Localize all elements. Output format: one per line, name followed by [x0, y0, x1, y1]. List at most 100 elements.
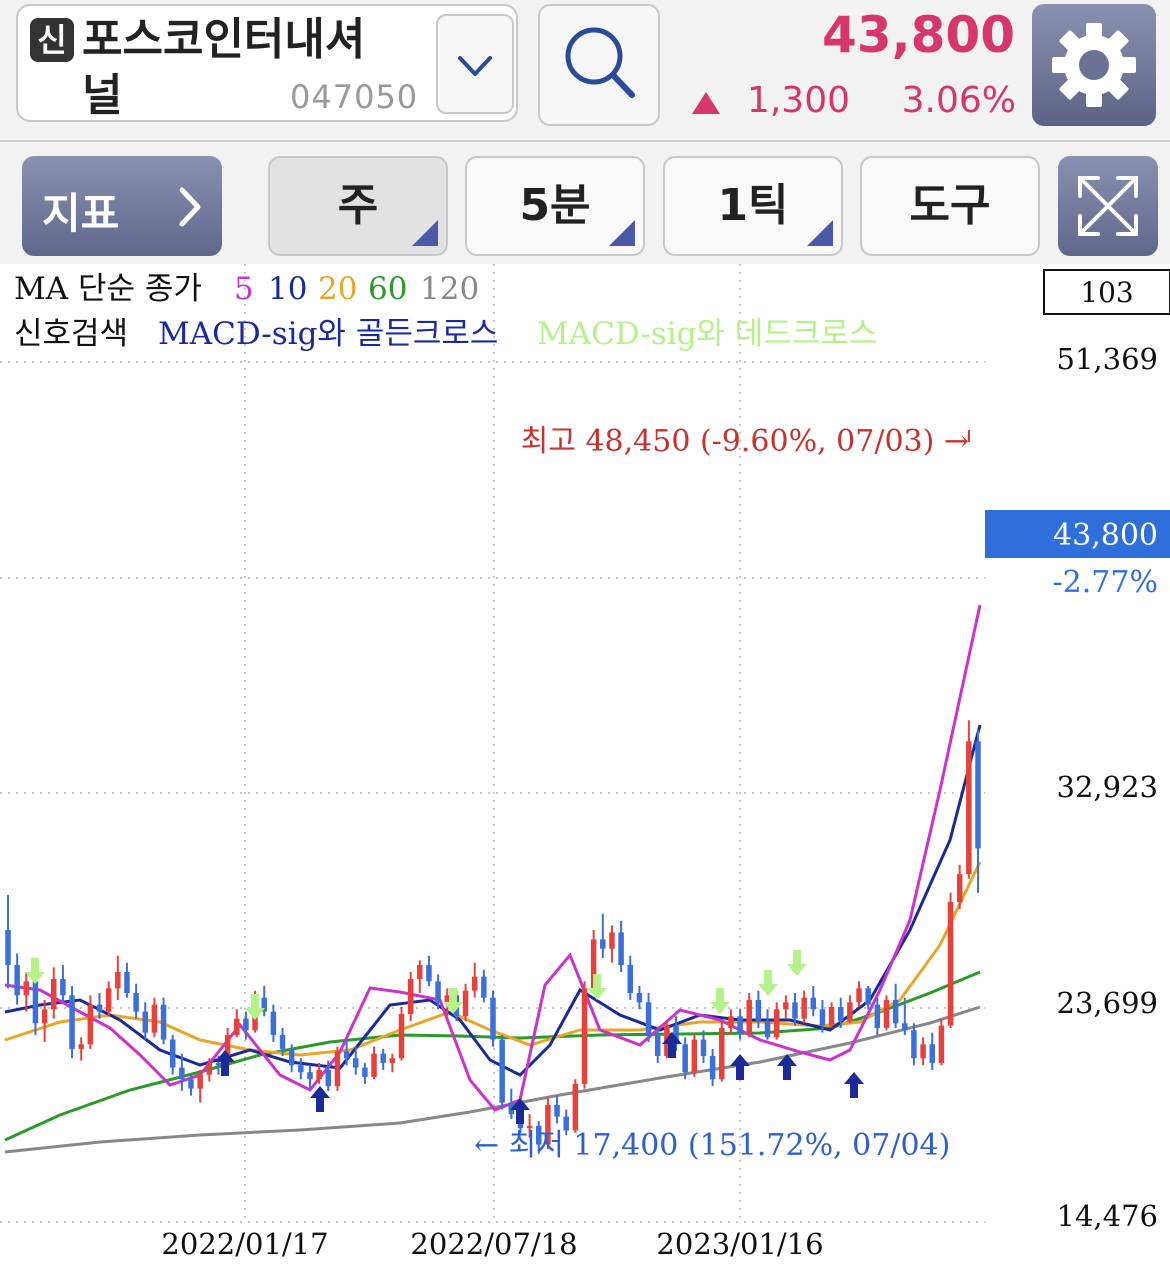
candle-down [243, 1018, 249, 1031]
current-price: 43,800 [822, 6, 1015, 64]
tools-label: 도구 [909, 180, 991, 231]
signal-prefix: 신호검색 [14, 316, 128, 352]
minute-button[interactable]: 5분 [465, 156, 645, 256]
price-chart[interactable]: MA 단순 종가 5 10 20 60 120 신호검색 MACD-sig와 골… [0, 264, 1170, 1270]
candle-up [471, 976, 478, 991]
candle-down [929, 1044, 935, 1063]
candle-down [902, 1023, 908, 1031]
candle-down [874, 1004, 881, 1028]
candle-up [773, 1009, 780, 1038]
candle-down [169, 1039, 176, 1068]
candle-down [892, 999, 899, 1024]
candle-up [938, 1025, 945, 1063]
candle-up [105, 988, 112, 1012]
candle-up [783, 1002, 789, 1010]
candle-up [609, 932, 615, 949]
dead-cross-legend: MACD-sig와 데드크로스 [537, 316, 877, 352]
stock-code: 047050 [290, 78, 419, 116]
candle-down [5, 930, 11, 966]
candle-up [151, 1004, 158, 1033]
chevron-right-icon [179, 187, 201, 227]
candle-down [490, 997, 496, 1040]
candle-down [362, 1067, 368, 1077]
candle-up [691, 1039, 698, 1073]
candle-up [197, 1074, 203, 1089]
tools-button[interactable]: 도구 [860, 156, 1040, 256]
candle-up [719, 1027, 725, 1080]
candle-down [600, 939, 606, 949]
ma-60-label: 60 [368, 271, 407, 307]
current-price-label: 43,800 [1053, 518, 1158, 553]
fullscreen-button[interactable] [1058, 156, 1158, 256]
candle-down [975, 741, 981, 849]
candle-up [51, 979, 57, 1010]
candle-down [179, 1067, 185, 1080]
candle-down [160, 1004, 167, 1040]
tick-label: 1틱 [717, 180, 789, 231]
y-tick-label: 32,923 [1057, 770, 1158, 804]
credit-badge: 신 [30, 18, 74, 62]
search-button[interactable] [538, 4, 660, 126]
x-tick-label: 2022/07/18 [410, 1227, 577, 1261]
golden-cross-legend: MACD-sig와 골든크로스 [158, 316, 498, 352]
candle-up [389, 1058, 396, 1063]
candle-down [682, 1044, 688, 1073]
candle-up [334, 1051, 341, 1087]
ma-10-label: 10 [268, 271, 307, 307]
ma-120-label: 120 [420, 271, 479, 307]
candle-down [837, 1006, 844, 1021]
gear-icon [1052, 23, 1136, 107]
dropdown-corner-icon [412, 220, 438, 246]
stock-name-line2: 널 [82, 70, 123, 121]
stock-name: 포스코인터내셔 [82, 14, 366, 65]
candle-down [554, 1104, 560, 1117]
candle-down [627, 965, 634, 993]
candle-down [298, 1065, 304, 1073]
candle-down [325, 1069, 332, 1087]
indicator-button[interactable]: 지표 [22, 156, 222, 256]
candle-down [481, 976, 487, 998]
change-rate: 3.06% [901, 80, 1016, 121]
candle-up [801, 997, 807, 1019]
candle-down [288, 1048, 295, 1066]
x-tick-label: 2022/01/17 [161, 1227, 328, 1261]
candle-up [856, 988, 862, 1003]
count-box-label: 103 [1080, 276, 1133, 309]
candle-up [462, 990, 469, 1017]
candle-down [352, 1058, 359, 1068]
candle-down [819, 1009, 826, 1026]
candle-up [41, 1009, 48, 1024]
candle-up [956, 874, 963, 903]
high-annotation: 최고 48,450 (-9.60%, 07/03) → [521, 424, 969, 459]
candle-up [371, 1053, 377, 1077]
ma-legend-prefix: MA 단순 종가 [14, 271, 202, 307]
candle-down [737, 1016, 743, 1033]
candle-down [636, 992, 643, 1003]
candle-down [435, 981, 441, 1003]
candle-down [188, 1079, 194, 1089]
chevron-down-icon [458, 56, 492, 76]
candle-down [343, 1051, 350, 1059]
candle-up [398, 1013, 405, 1059]
candle-down [96, 1004, 103, 1012]
chart-toolbar: 지표 주 5분 1틱 도구 [0, 142, 1170, 264]
candle-up [883, 999, 890, 1028]
top-bar: 신 포스코인터내셔 널 047050 43,800 1,300 3.06% [0, 0, 1170, 140]
candle-up [115, 972, 121, 989]
settings-button[interactable] [1032, 4, 1156, 126]
candle-down [792, 1002, 798, 1019]
stock-dropdown-button[interactable] [436, 14, 514, 114]
up-arrow-icon [692, 92, 720, 114]
y-tick-label: 14,476 [1057, 1199, 1158, 1233]
tick-button[interactable]: 1틱 [663, 156, 843, 256]
candle-down [810, 997, 817, 1010]
candle-down [69, 995, 75, 1049]
period-week-button[interactable]: 주 [268, 156, 448, 256]
minute-label: 5분 [519, 180, 591, 231]
candle-up [847, 1002, 853, 1021]
candle-up [206, 1062, 213, 1075]
candle-up [407, 979, 414, 1014]
candle-up [234, 1018, 240, 1035]
candle-down [279, 1034, 286, 1049]
candle-up [947, 902, 954, 1026]
